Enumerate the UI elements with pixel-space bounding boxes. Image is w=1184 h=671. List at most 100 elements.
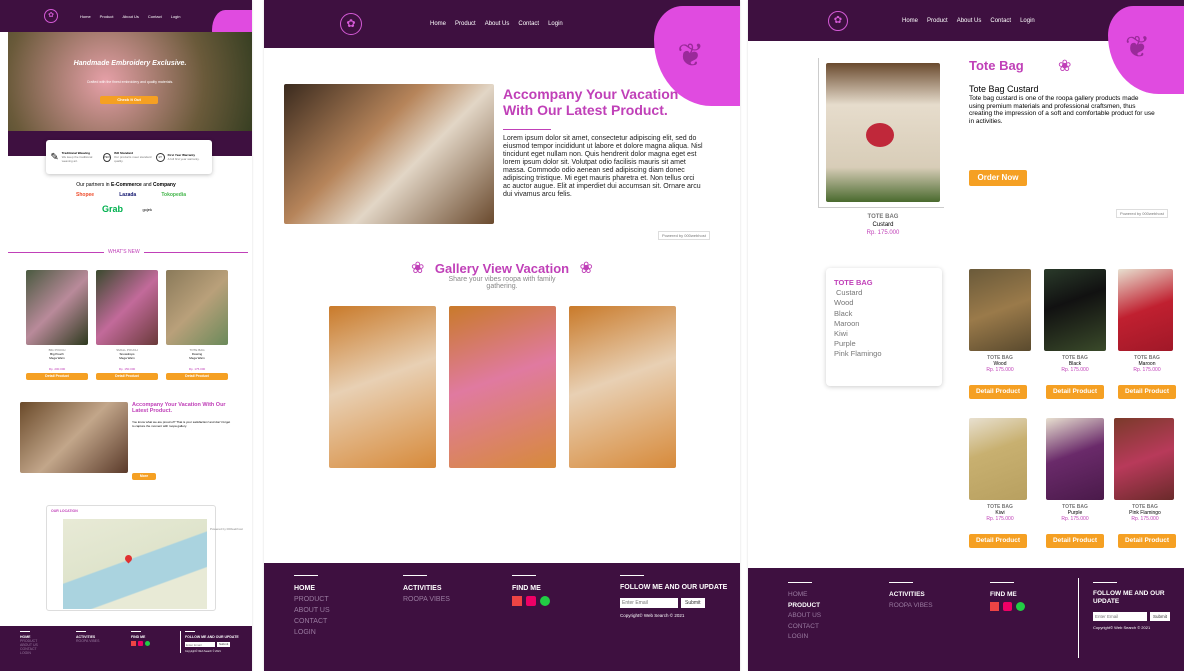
submit-button[interactable]: Submit [1150, 612, 1171, 621]
whatsapp-icon[interactable] [540, 596, 550, 606]
menu-item-custard[interactable]: Custard [834, 288, 934, 298]
footer-link-contact[interactable]: CONTACT [788, 622, 821, 633]
footer-link-about[interactable]: ABOUT US [788, 611, 821, 622]
gojek-logo[interactable]: gojek [142, 207, 152, 212]
email-input[interactable] [1093, 612, 1147, 621]
title-underline [503, 129, 551, 130]
product-description: Tote bag custard is one of the roopa gal… [969, 95, 1155, 125]
map-pin-icon[interactable] [123, 553, 134, 564]
gmail-icon[interactable] [512, 596, 522, 606]
nav-product[interactable]: Product [100, 14, 114, 19]
location-card: OUR LOCATION [46, 505, 216, 611]
detail-product-button[interactable]: Detail Product [1046, 534, 1104, 548]
nav-contact[interactable]: Contact [518, 21, 539, 27]
submit-button[interactable]: Submit [681, 598, 705, 608]
nav-about[interactable]: About Us [485, 21, 510, 27]
nav-login[interactable]: Login [1020, 18, 1035, 24]
menu-item-purple[interactable]: Purple [834, 339, 934, 349]
partners-heading: Our partners in E-Commerce and Company [76, 182, 176, 188]
shopee-logo[interactable]: Shopee [76, 192, 94, 198]
menu-item-maroon[interactable]: Maroon [834, 319, 934, 329]
whatsapp-icon[interactable] [1016, 601, 1025, 611]
nav-login[interactable]: Login [171, 14, 181, 19]
footer-link-login[interactable]: LOGIN [294, 627, 330, 638]
gmail-icon[interactable] [131, 641, 136, 646]
footer-link-home[interactable]: HOME [788, 590, 821, 601]
gallery-subtitle: Share your vibes roopa with family gathe… [448, 276, 556, 290]
detail-product-button[interactable]: Detail Product [1046, 385, 1104, 399]
detail-product-button[interactable]: Detail Product [969, 534, 1027, 548]
tokopedia-logo[interactable]: Tokopedia [161, 192, 186, 198]
detail-product-button[interactable]: Detail Product [96, 373, 158, 380]
instagram-icon[interactable] [526, 596, 536, 606]
product-image-pink-flamingo[interactable] [1114, 418, 1174, 500]
nav-contact[interactable]: Contact [148, 14, 162, 19]
nav-home[interactable]: Home [80, 14, 91, 19]
footer-link-roopa-vibes[interactable]: ROOPA VIBES [889, 601, 933, 612]
partner-logos-row1: Shopee Lazada Tokopedia [76, 192, 186, 198]
powered-by-badge[interactable]: Powered by 000webhost [658, 231, 710, 240]
more-button[interactable]: More [132, 473, 156, 480]
product-image-big-pouch[interactable] [26, 270, 88, 345]
grab-logo[interactable]: Grab [102, 204, 123, 214]
footer-link-product[interactable]: PRODUCT [788, 601, 821, 612]
nav-about[interactable]: About Us [122, 14, 138, 19]
detail-product-button[interactable]: Detail Product [1118, 534, 1176, 548]
menu-item-black[interactable]: Black [834, 309, 934, 319]
footer-link-about[interactable]: ABOUT US [294, 605, 330, 616]
submit-button[interactable]: Submit [217, 642, 231, 647]
nav-product[interactable]: Product [927, 18, 948, 24]
brand-logo[interactable]: ✿ [340, 13, 362, 35]
menu-item-kiwi[interactable]: Kiwi [834, 329, 934, 339]
footer-link-product[interactable]: PRODUCT [294, 594, 330, 605]
order-now-button[interactable]: Order Now [969, 170, 1027, 186]
product-image-kiwi[interactable] [969, 418, 1027, 500]
lazada-logo[interactable]: Lazada [119, 192, 136, 198]
product-image-purple[interactable] [1046, 418, 1104, 500]
powered-by-badge[interactable]: Powered by 000webhost [210, 527, 243, 531]
footer-link-login[interactable]: LOGIN [20, 651, 38, 655]
footer-activities: ACTIVITIES ROOPA VIBES [403, 575, 450, 605]
footer-link-roopa-vibes[interactable]: ROOPA VIBES [403, 594, 450, 605]
gallery-photo-3[interactable] [569, 306, 676, 468]
email-input[interactable] [620, 598, 678, 608]
embroidery-flower [866, 123, 894, 147]
nav-product[interactable]: Product [455, 21, 476, 27]
feature-item: ✎ Traditional Weaving We keep the traditi… [50, 151, 93, 163]
product-image-maroon[interactable] [1118, 269, 1173, 351]
whatsapp-icon[interactable] [145, 641, 150, 646]
instagram-icon[interactable] [1003, 601, 1012, 611]
product-image-black[interactable] [1044, 269, 1106, 351]
brand-logo[interactable]: ✿ [828, 10, 848, 31]
nav-home[interactable]: Home [430, 21, 446, 27]
product-image-tote-bag[interactable] [166, 270, 228, 345]
powered-by-badge[interactable]: Powered by 000webhost [1116, 209, 1168, 218]
menu-item-wood[interactable]: Wood [834, 298, 934, 308]
menu-item-pink-flamingo[interactable]: Pink Flamingo [834, 349, 934, 359]
product-subtitle: Tote Bag Custard [969, 84, 1039, 94]
footer-follow: FOLLOW ME AND OUR UPDATE Submit Copyrigh… [620, 575, 730, 618]
gallery-photo-2[interactable] [449, 306, 556, 468]
footer-link-login[interactable]: LOGIN [788, 632, 821, 643]
gmail-icon[interactable] [990, 601, 999, 611]
product-image-small-pouch[interactable] [96, 270, 158, 345]
footer-link-home[interactable]: HOME [294, 583, 330, 594]
product-card-info: TOTE BAG Maroon Rp. 175.000 [1133, 355, 1161, 373]
detail-product-button[interactable]: Detail Product [969, 385, 1027, 399]
nav-contact[interactable]: Contact [990, 18, 1011, 24]
detail-product-button[interactable]: Detail Product [1118, 385, 1176, 399]
detail-product-button[interactable]: Detail Product [166, 373, 228, 380]
location-map[interactable] [63, 519, 207, 609]
nav-about[interactable]: About Us [957, 18, 982, 24]
gallery-photo-1[interactable] [329, 306, 436, 468]
brand-logo[interactable]: ✿ [44, 9, 58, 23]
nav-home[interactable]: Home [902, 18, 918, 24]
product-image-wood[interactable] [969, 269, 1031, 351]
detail-product-button[interactable]: Detail Product [26, 373, 88, 380]
hero-cta-button[interactable]: Check It Out [100, 96, 158, 104]
instagram-icon[interactable] [138, 641, 143, 646]
footer-link-roopa-vibes[interactable]: ROOPA VIBES [76, 639, 99, 643]
nav-login[interactable]: Login [548, 21, 563, 27]
email-input[interactable] [185, 642, 215, 647]
footer-link-contact[interactable]: CONTACT [294, 616, 330, 627]
